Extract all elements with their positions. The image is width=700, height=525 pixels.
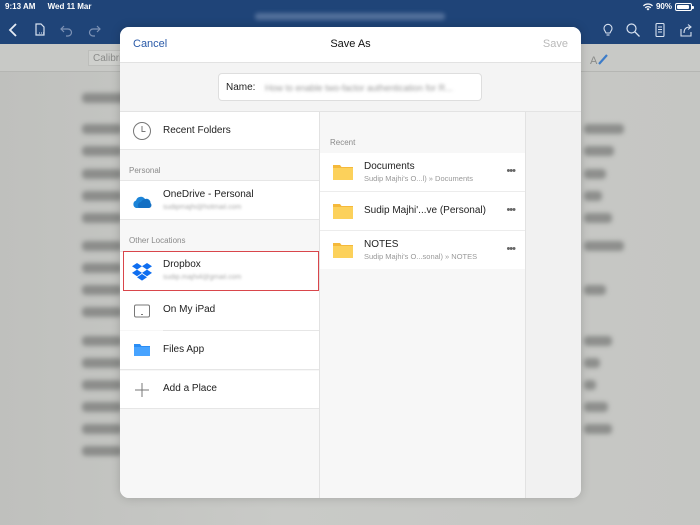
blurred-text-line <box>584 124 624 134</box>
back-icon[interactable] <box>6 22 22 38</box>
detail-panel <box>526 112 581 498</box>
more-options-button[interactable]: ••• <box>506 204 516 216</box>
files-app-folder-icon <box>131 339 153 361</box>
status-time: 9:13 AM <box>5 2 36 11</box>
file-name-input[interactable]: How to enable two-factor authentication … <box>265 83 471 93</box>
more-options-button[interactable]: ••• <box>506 243 516 255</box>
on-my-ipad-label: On My iPad <box>163 304 216 315</box>
add-a-place-item[interactable]: Add a Place <box>120 371 319 409</box>
personal-section-label: Personal <box>129 166 161 175</box>
blurred-text-line <box>82 213 122 223</box>
add-a-place-label: Add a Place <box>163 383 217 394</box>
file-icon[interactable] <box>32 22 48 38</box>
blurred-text-line <box>82 241 122 251</box>
blurred-text-line <box>584 285 606 295</box>
other-locations-section-label: Other Locations <box>129 236 186 245</box>
name-row: Name: How to enable two-factor authentic… <box>120 63 581 112</box>
onedrive-label: OneDrive - Personal <box>163 189 254 200</box>
onedrive-personal-item[interactable]: OneDrive - Personal sudipmajhi@hotmail.c… <box>120 180 319 220</box>
search-icon[interactable] <box>625 22 641 38</box>
blurred-text-line <box>584 336 612 346</box>
blurred-text-line <box>82 285 122 295</box>
blurred-text-line <box>584 380 596 390</box>
folder-icon <box>332 202 354 220</box>
blurred-text-line <box>82 446 122 456</box>
reading-view-icon[interactable] <box>652 22 668 38</box>
recent-folders-label: Recent Folders <box>163 125 231 136</box>
locations-list: Recent Folders Personal OneDrive - Perso… <box>120 112 320 498</box>
recent-folder-name: NOTES <box>364 239 399 250</box>
undo-icon[interactable] <box>59 22 75 38</box>
dropbox-label: Dropbox <box>163 259 201 270</box>
blurred-text-line <box>584 241 624 251</box>
name-label: Name: <box>226 82 256 93</box>
status-bar-left: 9:13 AM Wed 11 Mar <box>5 2 102 11</box>
text-style-pen-icon[interactable]: A <box>590 52 610 67</box>
document-title <box>255 13 445 20</box>
save-button[interactable]: Save <box>543 38 568 50</box>
dropbox-icon <box>131 261 153 283</box>
clock-icon <box>131 120 153 142</box>
svg-text:A: A <box>590 55 598 66</box>
blurred-text-line <box>584 402 608 412</box>
folder-icon <box>332 163 354 181</box>
more-options-button[interactable]: ••• <box>506 165 516 177</box>
battery-percent: 90% <box>655 2 672 11</box>
blurred-text-line <box>584 424 612 434</box>
recent-folder-notes[interactable]: NOTES Sudip Majhi's O...sonal) » NOTES •… <box>320 231 525 269</box>
ipad-icon <box>131 300 153 322</box>
blurred-text-line <box>82 146 122 156</box>
recent-folder-onedrive-root[interactable]: Sudip Majhi'...ve (Personal) ••• <box>320 192 525 231</box>
recent-section-label: Recent <box>330 138 356 147</box>
blurred-text-line <box>584 191 602 201</box>
recent-folder-list: Documents Sudip Majhi's O...l) » Documen… <box>320 153 525 269</box>
blurred-text-line <box>82 307 122 317</box>
files-app-label: Files App <box>163 344 205 355</box>
recent-folder-path: Sudip Majhi's O...l) » Documents <box>364 174 473 183</box>
plus-icon <box>131 379 153 401</box>
recent-folder-name: Documents <box>364 161 415 172</box>
blurred-text-line <box>82 124 122 134</box>
battery-icon <box>675 2 694 11</box>
share-icon[interactable] <box>678 22 694 38</box>
wifi-icon <box>642 2 653 10</box>
folder-icon <box>332 241 354 259</box>
status-date: Wed 11 Mar <box>47 2 92 11</box>
save-as-dialog: Cancel Save As Save Name: How to enable … <box>120 27 581 498</box>
blurred-text-line <box>584 213 612 223</box>
blurred-text-line <box>82 424 122 434</box>
blurred-text-line <box>82 402 122 412</box>
blurred-text-line <box>82 380 122 390</box>
recent-folder-path: Sudip Majhi's O...sonal) » NOTES <box>364 252 478 261</box>
recent-folders-panel: Recent Documents Sudip Majhi's O...l) » … <box>320 112 526 498</box>
blurred-text-line <box>584 358 600 368</box>
dialog-title: Save As <box>330 38 371 50</box>
file-name-field[interactable]: Name: How to enable two-factor authentic… <box>218 73 482 101</box>
onedrive-icon <box>131 191 153 213</box>
on-my-ipad-item[interactable]: On My iPad <box>120 291 319 330</box>
dropbox-account: sudip.majhi4@gmail.com <box>163 274 242 281</box>
blurred-text-line <box>584 146 614 156</box>
blurred-text-line <box>82 191 122 201</box>
onedrive-account: sudipmajhi@hotmail.com <box>163 204 242 211</box>
blurred-text-line <box>82 336 122 346</box>
files-app-item[interactable]: Files App <box>120 331 319 370</box>
blurred-text-line <box>82 358 122 368</box>
recent-folder-name: Sudip Majhi'...ve (Personal) <box>364 205 486 216</box>
recent-folders-item[interactable]: Recent Folders <box>120 112 319 150</box>
battery-fill <box>677 4 689 9</box>
blurred-text-line <box>82 263 122 273</box>
recent-folder-documents[interactable]: Documents Sudip Majhi's O...l) » Documen… <box>320 153 525 192</box>
redo-icon[interactable] <box>86 22 102 38</box>
blurred-text-line <box>82 169 122 179</box>
lightbulb-icon[interactable] <box>600 22 616 38</box>
blurred-text-line <box>584 169 606 179</box>
dialog-header: Cancel Save As Save <box>120 27 581 63</box>
dropbox-item[interactable]: Dropbox sudip.majhi4@gmail.com <box>120 251 319 291</box>
status-bar-right: 90% <box>642 2 694 11</box>
